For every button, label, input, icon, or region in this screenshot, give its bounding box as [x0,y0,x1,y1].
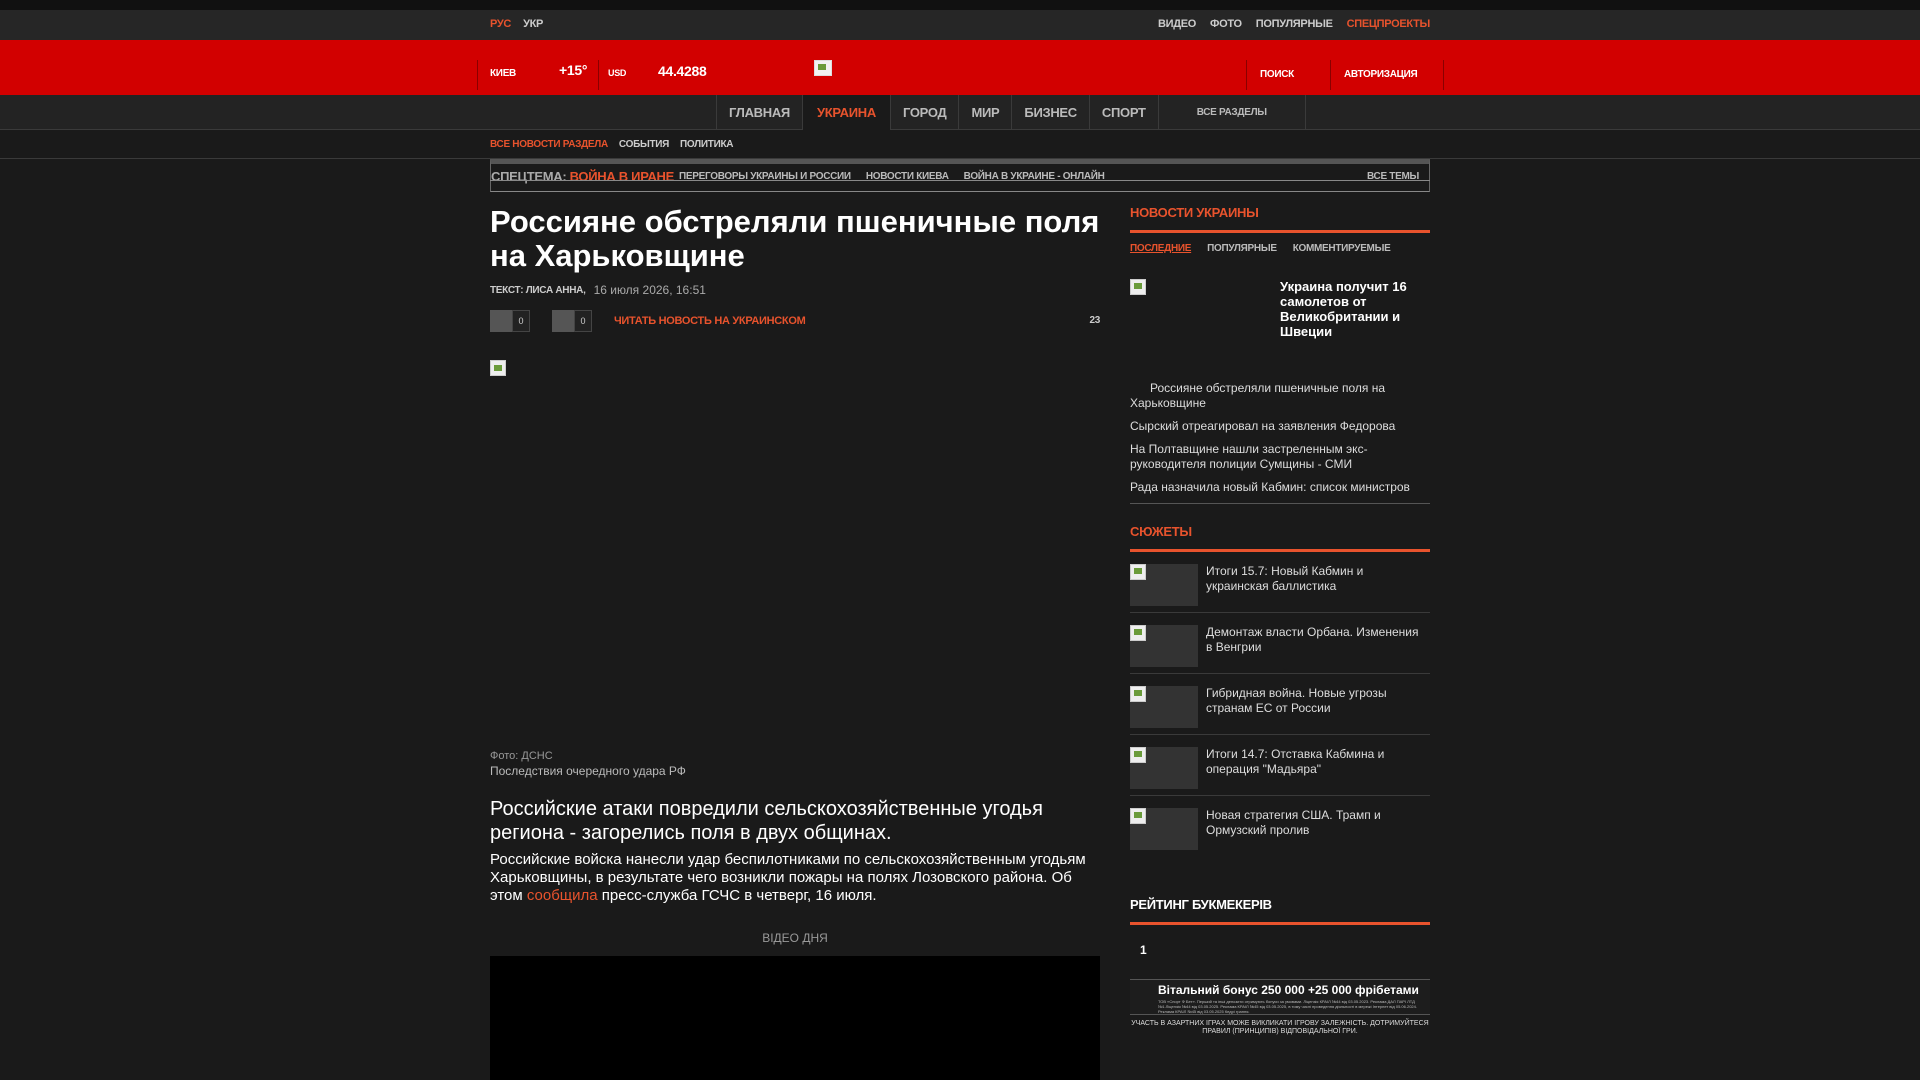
story-title[interactable]: Новая стратегия США. Трамп и Ормузский п… [1206,808,1426,838]
broken-image-icon [1130,747,1146,763]
story-title[interactable]: Итоги 14.7: Отставка Кабмина и операция … [1206,747,1426,777]
broken-image-icon [1130,808,1146,824]
top-links: ВИДЕО ФОТО ПОПУЛЯРНЫЕ СПЕЦПРОЕКТЫ [1158,18,1430,30]
video-of-day-label: ВІДЕО ДНЯ [762,931,828,945]
article-lead: Российские атаки повредили сельскохозяйс… [490,798,1043,844]
stories-title[interactable]: СЮЖЕТЫ [1130,524,1430,552]
nav-sport[interactable]: СПОРТ [1090,95,1159,130]
weather-city[interactable]: КИЕВ [490,68,516,79]
list-item[interactable]: На Полтавщине нашли застреленным экс-рук… [1130,442,1430,472]
news-list: Россияне обстреляли пшеничные поля на Ха… [1130,381,1430,495]
nav-business[interactable]: БИЗНЕС [1012,95,1090,130]
story-item[interactable]: Новая стратегия США. Трамп и Ормузский п… [1130,796,1430,857]
source-link[interactable]: сообщила [527,887,598,904]
broken-image-icon [1130,564,1146,580]
stories-section: СЮЖЕТЫ Итоги 15.7: Новый Кабмин и украин… [1130,524,1430,857]
facebook-share-icon[interactable] [490,310,512,332]
tab-commented[interactable]: КОММЕНТИРУЕМЫЕ [1293,243,1391,254]
lang-ru-link[interactable]: РУС [490,18,511,30]
story-item[interactable]: Гибридная война. Новые угрозы странам ЕС… [1130,674,1430,735]
article-date: 16 июля 2026, 16:51 [593,283,706,297]
header-divider [1330,60,1331,90]
divider [1130,503,1430,504]
site-logo-icon[interactable] [814,60,832,76]
article-author-name[interactable]: ТЕКСТ: ЛИСА АННА [490,285,583,296]
story-title[interactable]: Итоги 15.7: Новый Кабмин и украинская ба… [1206,564,1426,594]
story-item[interactable]: Итоги 15.7: Новый Кабмин и украинская ба… [1130,552,1430,613]
story-item[interactable]: Демонтаж власти Орбана. Изменения в Венг… [1130,613,1430,674]
broken-image-icon [1130,625,1146,641]
list-item[interactable]: Россияне обстреляли пшеничные поля на Ха… [1130,381,1430,411]
subnav-all-news[interactable]: ВСЕ НОВОСТИ РАЗДЕЛА [490,139,608,150]
view-count: 23 [1089,315,1100,326]
article-title: Россияне обстреляли пшеничные поля на Ха… [490,204,1100,273]
subnav-events[interactable]: СОБЫТИЯ [619,139,669,150]
story-item[interactable]: Итоги 14.7: Отставка Кабмина и операция … [1130,735,1430,796]
bookmaker-rating: РЕЙТИНГ БУКМЕКЕРІВ 1 Вітальний бонус 250… [1130,897,1430,1036]
special-projects-link[interactable]: СПЕЦПРОЕКТЫ [1347,18,1431,30]
top-bar: РУС УКР ВИДЕО ФОТО ПОПУЛЯРНЫЕ СПЕЦПРОЕКТ… [0,10,1920,40]
article-author: ТЕКСТ: ЛИСА АННА, [490,284,586,296]
article: Россияне обстреляли пшеничные поля на Ха… [490,204,1100,1080]
nav-all-sections[interactable]: ВСЕ РАЗДЕЛЫ [1159,95,1306,130]
rating-title: РЕЙТИНГ БУКМЕКЕРІВ [1130,897,1430,925]
currency-rate: 44.4288 [658,63,707,79]
featured-news-title[interactable]: Украина получит 16 самолетов от Великобр… [1280,279,1430,339]
featured-news[interactable]: Украина получит 16 самолетов от Великобр… [1130,279,1430,379]
ukraine-news-title[interactable]: НОВОСТИ УКРАИНЫ [1130,205,1430,233]
bonus-title[interactable]: Вітальний бонус 250 000 +25 000 фрібетам… [1158,983,1430,997]
share-count: 0 [574,310,592,332]
share-count: 0 [512,310,530,332]
telegram-share-icon[interactable] [552,310,574,332]
article-meta: ТЕКСТ: ЛИСА АННА, 16 июля 2026, 16:51 [490,283,1100,297]
main-navigation: ГЛАВНАЯ УКРАИНА ГОРОД МИР БИЗНЕС СПОРТ В… [0,95,1920,130]
subnav-politics[interactable]: ПОЛИТИКА [680,139,733,150]
gambling-warning: УЧАСТЬ В АЗАРТНИХ ІГРАХ МОЖЕ ВИКЛИКАТИ І… [1131,1020,1429,1035]
list-item[interactable]: Сырский отреагировал на заявления Федоро… [1130,419,1430,434]
list-item[interactable]: Рада назначила новый Кабмин: список мини… [1130,480,1430,495]
share-bar: 0 0 ЧИТАТЬ НОВОСТЬ НА УКРАИНСКОМ 23 [490,310,1100,332]
search-button[interactable]: ПОИСК [1260,69,1294,80]
nav-ukraine[interactable]: УКРАИНА [802,95,891,130]
story-title[interactable]: Гибридная война. Новые угрозы странам ЕС… [1206,686,1426,716]
site-header: КИЕВ +15° USD 44.4288 ПОИСК АВТОРИЗАЦИЯ [0,40,1920,95]
nav-main[interactable]: ГЛАВНАЯ [717,95,803,130]
photo-credit: Фото: ДСНС [490,750,553,762]
news-tabs: ПОСЛЕДНИЕ ПОПУЛЯРНЫЕ КОММЕНТИРУЕМЫЕ [1130,243,1430,254]
top-strip [0,0,1920,10]
broken-image-icon [1130,686,1146,702]
nav-world[interactable]: МИР [959,95,1013,130]
rating-rank: 1 [1140,943,1147,957]
article-body: Российские войска нанесли удар беспилотн… [490,851,1100,905]
story-title[interactable]: Демонтаж власти Орбана. Изменения в Венг… [1206,625,1426,655]
article-photo[interactable] [490,360,1100,750]
bonus-offer[interactable]: Вітальний бонус 250 000 +25 000 фрібетам… [1130,979,1430,1015]
header-divider [1443,60,1444,90]
sub-navigation: ВСЕ НОВОСТИ РАЗДЕЛА СОБЫТИЯ ПОЛИТИКА [0,131,1920,159]
tab-latest[interactable]: ПОСЛЕДНИЕ [1130,243,1191,254]
header-divider [1246,60,1247,90]
body-text: пресс-служба ГСЧС в четверг, 16 июля. [597,887,877,904]
read-in-ukrainian-link[interactable]: ЧИТАТЬ НОВОСТЬ НА УКРАИНСКОМ [614,315,806,327]
topic-bar-underline [490,180,1430,192]
nav-city[interactable]: ГОРОД [891,95,960,130]
currency-label[interactable]: USD [608,68,626,78]
photo-caption: Последствия очередного удара РФ [490,764,686,778]
special-topic-bar: СПЕЦТЕМА: ВОЙНА В ИРАНЕ ПЕРЕГОВОРЫ УКРАИ… [490,159,1430,192]
header-divider [477,60,478,90]
video-link[interactable]: ВИДЕО [1158,18,1196,30]
broken-image-icon [490,360,506,376]
lang-ua-link[interactable]: УКР [523,18,543,30]
header-divider [598,60,599,90]
bonus-fine-print: ТОВ «Спорт Ф Бет». Перший та інші депози… [1158,999,1417,1014]
photo-link[interactable]: ФОТО [1210,18,1242,30]
login-button[interactable]: АВТОРИЗАЦИЯ [1344,69,1418,80]
popular-link[interactable]: ПОПУЛЯРНЫЕ [1256,18,1333,30]
sidebar: НОВОСТИ УКРАИНЫ ПОСЛЕДНИЕ ПОПУЛЯРНЫЕ КОМ… [1130,205,1430,1036]
language-switcher: РУС УКР [490,18,543,30]
tab-popular[interactable]: ПОПУЛЯРНЫЕ [1207,243,1277,254]
video-player[interactable] [490,956,1100,1080]
weather-temperature: +15° [559,62,588,78]
broken-image-icon [1130,279,1146,295]
